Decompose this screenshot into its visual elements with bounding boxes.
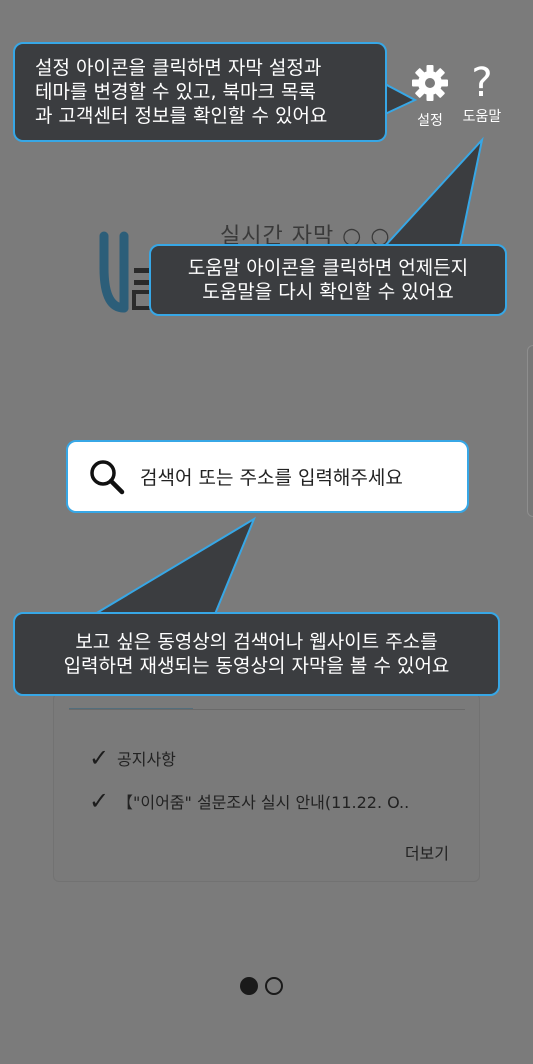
search-input[interactable]: 검색어 또는 주소를 입력해주세요 <box>66 440 469 513</box>
coach-pointers <box>94 78 484 615</box>
settings-coach-tip: 설정 아이콘을 클릭하면 자막 설정과 테마를 변경할 수 있고, 북마크 목록… <box>13 42 387 142</box>
settings-tip-text: 설정 아이콘을 클릭하면 자막 설정과 테마를 변경할 수 있고, 북마크 목록… <box>35 57 328 127</box>
help-button[interactable]: ? 도움말 <box>458 60 506 126</box>
help-coach-tip: 도움말 아이콘을 클릭하면 언제든지 도움말을 다시 확인할 수 있어요 <box>149 244 507 316</box>
help-question-icon: ? <box>471 60 493 106</box>
search-tip-text: 보고 싶은 동영상의 검색어나 웹사이트 주소를 입력하면 재생되는 동영상의 … <box>63 631 450 677</box>
settings-label: 설정 <box>417 113 443 129</box>
search-placeholder: 검색어 또는 주소를 입력해주세요 <box>140 467 403 489</box>
search-coach-tip: 보고 싶은 동영상의 검색어나 웹사이트 주소를 입력하면 재생되는 동영상의 … <box>13 612 500 696</box>
gear-icon <box>412 65 448 101</box>
help-tip-text: 도움말 아이콘을 클릭하면 언제든지 도움말을 다시 확인할 수 있어요 <box>187 257 469 303</box>
search-icon <box>90 459 125 494</box>
help-label: 도움말 <box>462 109 502 125</box>
settings-button[interactable]: 설정 <box>410 64 450 130</box>
